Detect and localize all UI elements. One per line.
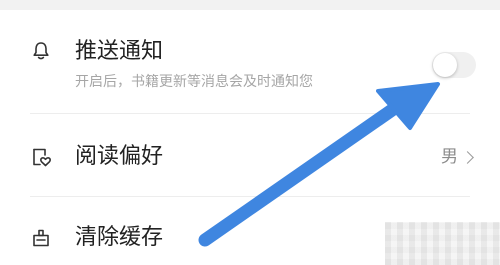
chevron-right-icon	[461, 151, 474, 164]
push-notification-subtitle: 开启后，书籍更新等消息会及时通知您	[75, 74, 313, 90]
push-notification-toggle[interactable]	[432, 52, 476, 78]
top-separator	[0, 0, 500, 10]
heart-tag-icon	[33, 148, 51, 167]
watermark	[385, 222, 500, 265]
broom-icon	[33, 229, 49, 247]
reading-preference-title: 阅读偏好	[75, 144, 164, 169]
toggle-knob	[433, 53, 457, 77]
reading-preference-value: 男	[441, 147, 458, 167]
clear-cache-title: 清除缓存	[75, 225, 164, 250]
push-notification-title: 推送通知	[75, 39, 164, 64]
push-notification-row: 推送通知 开启后，书籍更新等消息会及时通知您	[0, 10, 500, 110]
reading-preference-row[interactable]: 阅读偏好 男	[0, 114, 500, 196]
bell-icon	[33, 42, 49, 60]
